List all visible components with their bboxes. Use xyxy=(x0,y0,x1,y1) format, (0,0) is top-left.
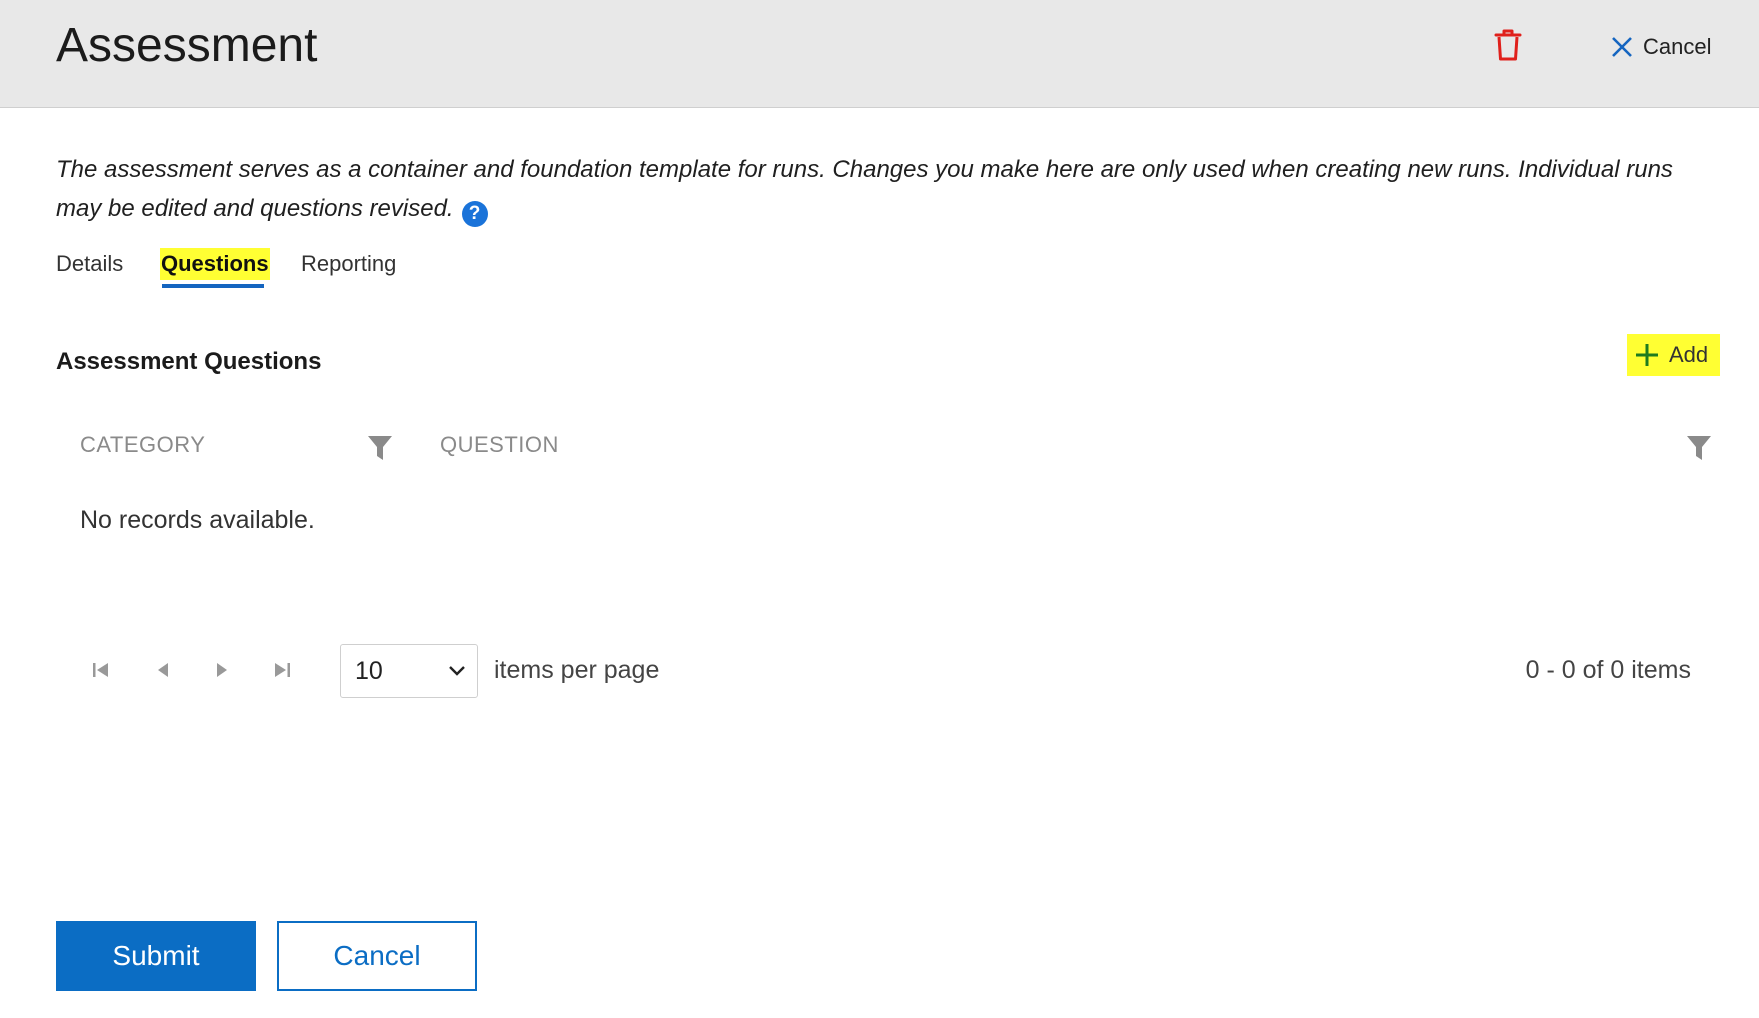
description-text: The assessment serves as a container and… xyxy=(56,156,1673,222)
column-header-category[interactable]: CATEGORY xyxy=(80,432,205,458)
submit-button[interactable]: Submit xyxy=(56,921,256,991)
assessment-description: The assessment serves as a container and… xyxy=(56,150,1696,228)
page-title: Assessment xyxy=(56,19,318,72)
items-per-page-label: items per page xyxy=(494,656,660,684)
tab-reporting[interactable]: Reporting xyxy=(301,248,396,280)
tab-questions[interactable]: Questions xyxy=(160,248,270,280)
last-page-icon[interactable] xyxy=(270,658,294,682)
next-page-icon[interactable] xyxy=(210,658,234,682)
add-label: Add xyxy=(1669,342,1709,367)
empty-grid-message: No records available. xyxy=(80,506,315,534)
page-size-value: 10 xyxy=(355,656,383,685)
delete-button[interactable] xyxy=(1493,28,1523,62)
add-question-button[interactable]: Add xyxy=(1627,334,1720,376)
section-title: Assessment Questions xyxy=(56,348,322,375)
page-size-select[interactable]: 10 xyxy=(340,644,478,698)
column-header-question[interactable]: QUESTION xyxy=(440,432,559,458)
header-cancel-button[interactable]: Cancel xyxy=(1611,30,1711,64)
close-icon xyxy=(1612,37,1632,57)
tab-details[interactable]: Details xyxy=(56,248,123,280)
pager-range-info: 0 - 0 of 0 items xyxy=(1525,656,1691,684)
header-cancel-label: Cancel xyxy=(1643,34,1712,59)
trash-icon xyxy=(1494,29,1522,61)
help-icon[interactable]: ? xyxy=(461,201,488,227)
question-filter-icon[interactable] xyxy=(1686,434,1712,462)
cancel-button[interactable]: Cancel xyxy=(277,921,477,991)
first-page-icon[interactable] xyxy=(89,658,113,682)
previous-page-icon[interactable] xyxy=(151,658,175,682)
plus-icon xyxy=(1636,344,1658,366)
chevron-down-icon xyxy=(449,666,465,676)
active-tab-indicator xyxy=(162,284,264,288)
category-filter-icon[interactable] xyxy=(367,434,393,462)
page-header: Assessment Cancel xyxy=(0,0,1759,108)
